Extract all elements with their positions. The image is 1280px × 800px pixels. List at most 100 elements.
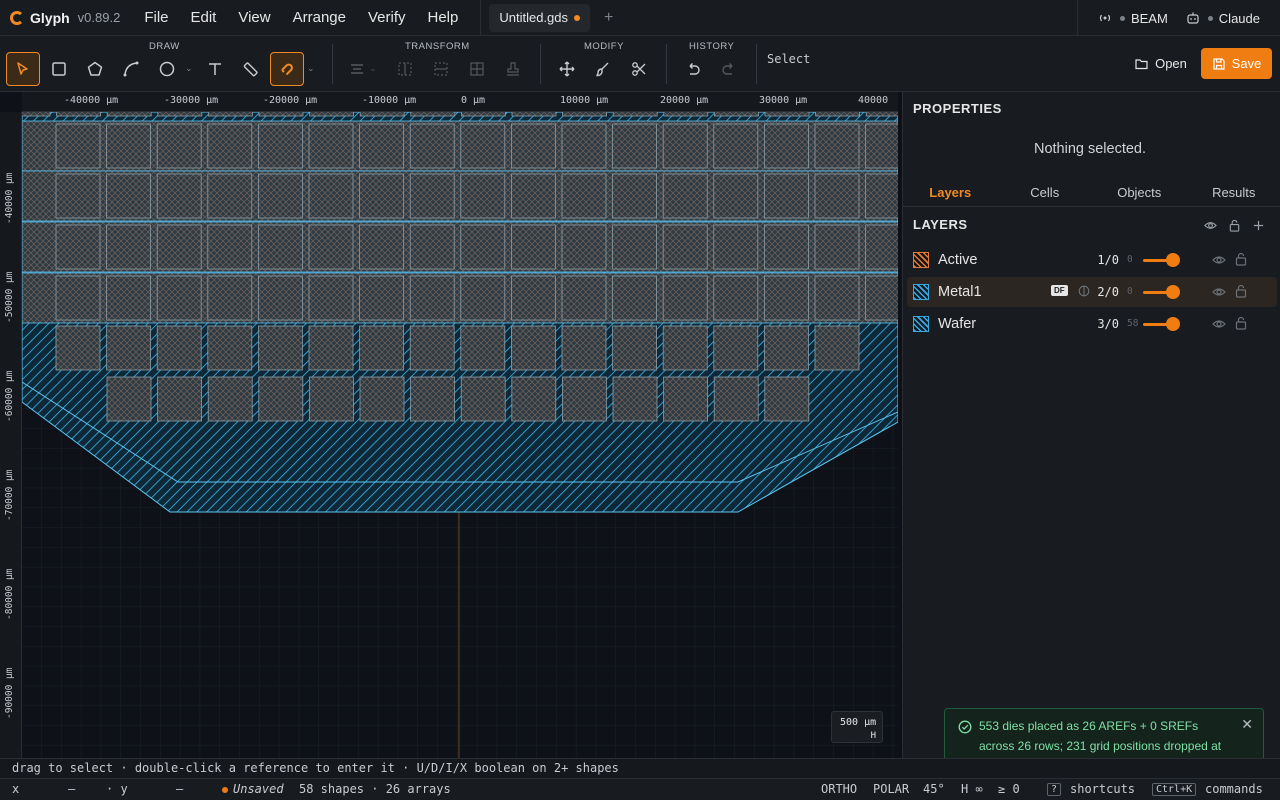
target-icon[interactable] (1078, 285, 1090, 297)
layer-row-metal1[interactable]: Metal1 DF 2/0 0 (907, 277, 1277, 307)
die-cell[interactable] (612, 325, 657, 371)
die-cell[interactable] (207, 325, 253, 371)
select-tool-button[interactable] (6, 52, 40, 86)
die-cell[interactable] (612, 123, 657, 169)
die-cell[interactable] (106, 376, 152, 422)
die-cell[interactable] (308, 275, 354, 321)
die-cell[interactable] (662, 173, 708, 219)
die-cell[interactable] (156, 325, 202, 371)
die-cell[interactable] (764, 275, 809, 321)
die-cell[interactable] (156, 173, 202, 219)
die-cell[interactable] (561, 275, 607, 321)
ge-value[interactable]: ≥ 0 (998, 782, 1020, 796)
die-cell[interactable] (612, 173, 657, 219)
menu-file[interactable]: File (144, 9, 168, 26)
die-cell[interactable] (257, 173, 303, 219)
die-cell[interactable] (663, 376, 708, 422)
die-cell[interactable] (257, 275, 303, 321)
distribute-h-button[interactable] (388, 52, 422, 86)
die-cell[interactable] (612, 275, 657, 321)
die-cell[interactable] (106, 123, 151, 169)
die-cell[interactable] (258, 112, 304, 117)
menu-edit[interactable]: Edit (191, 9, 217, 26)
die-cell[interactable] (713, 173, 759, 219)
polar-toggle[interactable]: POLAR (873, 782, 909, 796)
die-cell[interactable] (106, 325, 151, 371)
die-cell[interactable] (308, 123, 354, 169)
eye-icon[interactable] (1212, 253, 1226, 267)
die-cell[interactable] (55, 224, 101, 270)
array-button[interactable] (460, 52, 494, 86)
die-cell[interactable] (662, 123, 708, 169)
die-cell[interactable] (764, 224, 809, 270)
new-tab-button[interactable]: + (604, 9, 613, 27)
layer-opacity-knob[interactable] (1166, 253, 1180, 267)
die-cell[interactable] (511, 376, 557, 422)
die-cell[interactable] (308, 224, 354, 270)
die-cell[interactable] (359, 376, 405, 422)
circle-tool-chevron-icon[interactable]: ⌄ (185, 63, 193, 74)
die-cell[interactable] (510, 275, 556, 321)
die-cell[interactable] (257, 224, 303, 270)
distribute-v-button[interactable] (424, 52, 458, 86)
die-cell[interactable] (55, 275, 101, 321)
die-cell[interactable] (612, 224, 657, 270)
circle-tool-button[interactable] (150, 52, 184, 86)
die-cell[interactable] (409, 275, 455, 321)
die-cell[interactable] (562, 376, 607, 422)
die-cell[interactable] (561, 123, 607, 169)
die-cell[interactable] (207, 173, 253, 219)
die-cell[interactable] (764, 112, 810, 117)
unlock-icon[interactable] (1234, 284, 1248, 298)
die-cell[interactable] (460, 224, 506, 270)
undo-button[interactable] (676, 52, 710, 86)
die-cell[interactable] (207, 376, 253, 422)
die-cell[interactable] (814, 325, 860, 371)
die-cell[interactable] (510, 123, 556, 169)
die-cell[interactable] (308, 325, 354, 371)
rectangle-tool-button[interactable] (42, 52, 76, 86)
h-value[interactable]: H ∞ (961, 782, 983, 796)
menu-arrange[interactable]: Arrange (293, 9, 346, 26)
tab-results[interactable]: Results (1187, 179, 1280, 206)
die-cell[interactable] (56, 112, 101, 117)
die-cell[interactable] (410, 112, 456, 117)
die-cell[interactable] (713, 376, 759, 422)
eye-icon[interactable] (1212, 317, 1226, 331)
menu-help[interactable]: Help (428, 9, 459, 26)
die-cell[interactable] (662, 275, 708, 321)
die-cell[interactable] (865, 123, 898, 169)
die-cell[interactable] (510, 173, 556, 219)
die-cell[interactable] (359, 325, 405, 371)
die-cell[interactable] (309, 112, 355, 117)
die-cell[interactable] (308, 173, 354, 219)
die-cell[interactable] (562, 112, 607, 117)
die-cell[interactable] (409, 123, 455, 169)
die-cell[interactable] (359, 123, 405, 169)
die-cell[interactable] (156, 123, 202, 169)
show-all-layers-button[interactable] (1202, 217, 1218, 233)
die-cell[interactable] (662, 224, 708, 270)
add-layer-button[interactable] (1250, 217, 1266, 233)
tab-cells[interactable]: Cells (998, 179, 1093, 206)
die-cell[interactable] (257, 123, 303, 169)
die-cell[interactable] (207, 123, 253, 169)
die-cell[interactable] (55, 325, 101, 371)
path-tool-button[interactable] (114, 52, 148, 86)
die-cell[interactable] (612, 376, 658, 422)
redo-button[interactable] (712, 52, 746, 86)
open-button[interactable]: Open (1126, 48, 1196, 79)
die-cell[interactable] (814, 275, 860, 321)
claude-button[interactable]: Claude (1186, 11, 1260, 26)
die-cell[interactable] (157, 376, 203, 422)
die-cell[interactable] (409, 173, 455, 219)
die-cell[interactable] (764, 123, 809, 169)
die-cell[interactable] (460, 173, 506, 219)
snap-chevron-icon[interactable]: ⌄ (307, 63, 315, 74)
angle-value[interactable]: 45° (923, 782, 945, 796)
menu-verify[interactable]: Verify (368, 9, 406, 26)
die-cell[interactable] (207, 275, 253, 321)
die-cell[interactable] (55, 173, 101, 219)
die-cell[interactable] (106, 173, 151, 219)
die-cell[interactable] (511, 112, 557, 117)
